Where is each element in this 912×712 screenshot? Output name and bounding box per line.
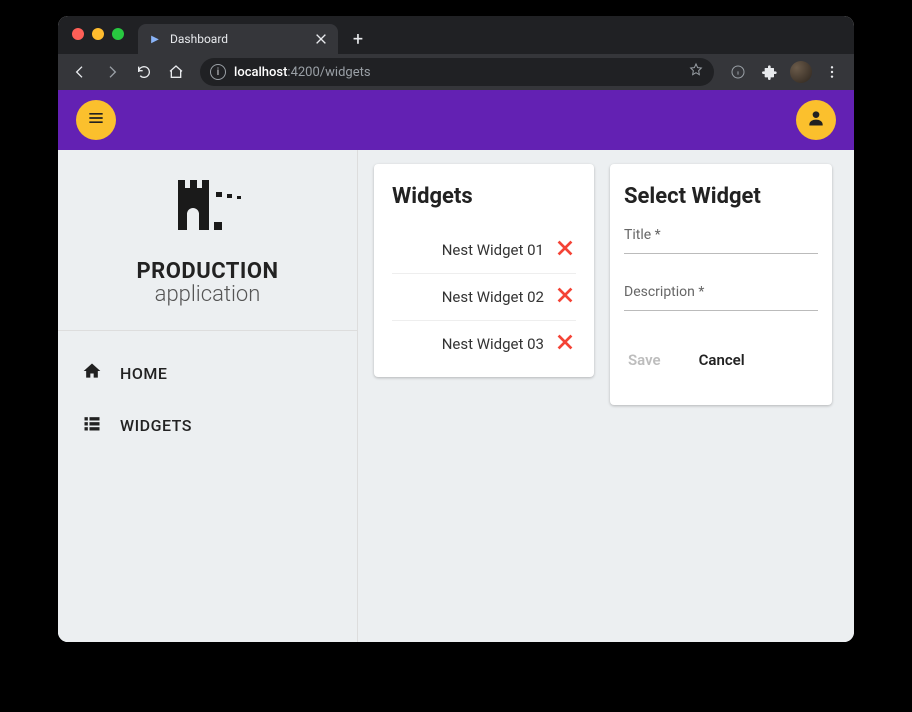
- close-icon: [554, 331, 576, 357]
- list-icon: [82, 413, 102, 437]
- brand-block: PRODUCTION application: [58, 150, 357, 331]
- close-icon: [554, 284, 576, 310]
- sidebar-item-widgets[interactable]: WIDGETS: [58, 399, 357, 451]
- home-icon: [82, 361, 102, 385]
- profile-avatar[interactable]: [790, 61, 812, 83]
- delete-widget-button[interactable]: [554, 286, 576, 308]
- delete-widget-button[interactable]: [554, 239, 576, 261]
- nav-home-button[interactable]: [162, 58, 190, 86]
- menu-button[interactable]: [76, 100, 116, 140]
- widget-name: Nest Widget 01: [442, 241, 544, 259]
- description-field[interactable]: Description *: [624, 284, 818, 311]
- hamburger-icon: [86, 108, 106, 132]
- extensions-icon[interactable]: [756, 58, 784, 86]
- nav-reload-button[interactable]: [130, 58, 158, 86]
- new-tab-button[interactable]: +: [346, 27, 370, 51]
- titlebar: ▶ Dashboard +: [58, 16, 854, 54]
- person-icon: [806, 108, 826, 132]
- cancel-button[interactable]: Cancel: [695, 345, 749, 375]
- browser-menu-icon[interactable]: [818, 58, 846, 86]
- widget-row[interactable]: Nest Widget 02: [392, 274, 576, 321]
- save-button[interactable]: Save: [624, 345, 665, 375]
- tab-title: Dashboard: [170, 32, 228, 46]
- description-label: Description *: [624, 284, 818, 300]
- close-icon: [554, 237, 576, 263]
- main-content: Widgets Nest Widget 01 Nest Widget 02: [358, 150, 854, 642]
- window-minimize[interactable]: [92, 28, 104, 40]
- traffic-lights: [58, 24, 138, 40]
- bookmark-star-icon[interactable]: [688, 62, 704, 82]
- address-bar[interactable]: i localhost:4200/widgets: [200, 58, 714, 86]
- delete-widget-button[interactable]: [554, 333, 576, 355]
- browser-window: ▶ Dashboard + i localhost:4200: [58, 16, 854, 642]
- app-body: PRODUCTION application HOME: [58, 150, 854, 642]
- select-widget-card: Select Widget Title * Description * Save…: [610, 164, 832, 405]
- brand-line1: PRODUCTION: [136, 260, 278, 283]
- nav-forward-button[interactable]: [98, 58, 126, 86]
- sidebar-nav: HOME WIDGETS: [58, 331, 357, 467]
- widgets-card-title: Widgets: [392, 184, 576, 209]
- sidebar-item-home[interactable]: HOME: [58, 347, 357, 399]
- site-info-icon[interactable]: i: [210, 64, 226, 80]
- browser-tab[interactable]: ▶ Dashboard: [138, 24, 338, 54]
- url-text: localhost:4200/widgets: [234, 65, 371, 80]
- browser-toolbar: i localhost:4200/widgets: [58, 54, 854, 90]
- app-bar: [58, 90, 854, 150]
- favicon-icon: ▶: [148, 32, 162, 46]
- brand-line2: application: [136, 283, 278, 306]
- widgets-card: Widgets Nest Widget 01 Nest Widget 02: [374, 164, 594, 377]
- nav-back-button[interactable]: [66, 58, 94, 86]
- widget-name: Nest Widget 03: [442, 335, 544, 353]
- description-input-underline: [624, 310, 818, 311]
- widget-row[interactable]: Nest Widget 01: [392, 227, 576, 274]
- sidebar-item-label: HOME: [120, 364, 167, 383]
- widget-name: Nest Widget 02: [442, 288, 544, 306]
- widget-row[interactable]: Nest Widget 03: [392, 321, 576, 357]
- title-field[interactable]: Title *: [624, 227, 818, 254]
- app-viewport: PRODUCTION application HOME: [58, 90, 854, 642]
- window-close[interactable]: [72, 28, 84, 40]
- form-actions: Save Cancel: [624, 341, 818, 385]
- title-input-underline: [624, 253, 818, 254]
- form-card-title: Select Widget: [624, 184, 818, 209]
- incognito-info-icon[interactable]: [724, 58, 752, 86]
- sidebar: PRODUCTION application HOME: [58, 150, 358, 642]
- account-button[interactable]: [796, 100, 836, 140]
- window-zoom[interactable]: [112, 28, 124, 40]
- tab-close-icon[interactable]: [314, 32, 328, 46]
- tab-strip: ▶ Dashboard +: [138, 24, 854, 54]
- sidebar-item-label: WIDGETS: [120, 416, 192, 435]
- brand-text: PRODUCTION application: [136, 260, 278, 306]
- title-label: Title *: [624, 227, 818, 243]
- castle-logo-icon: [148, 170, 268, 254]
